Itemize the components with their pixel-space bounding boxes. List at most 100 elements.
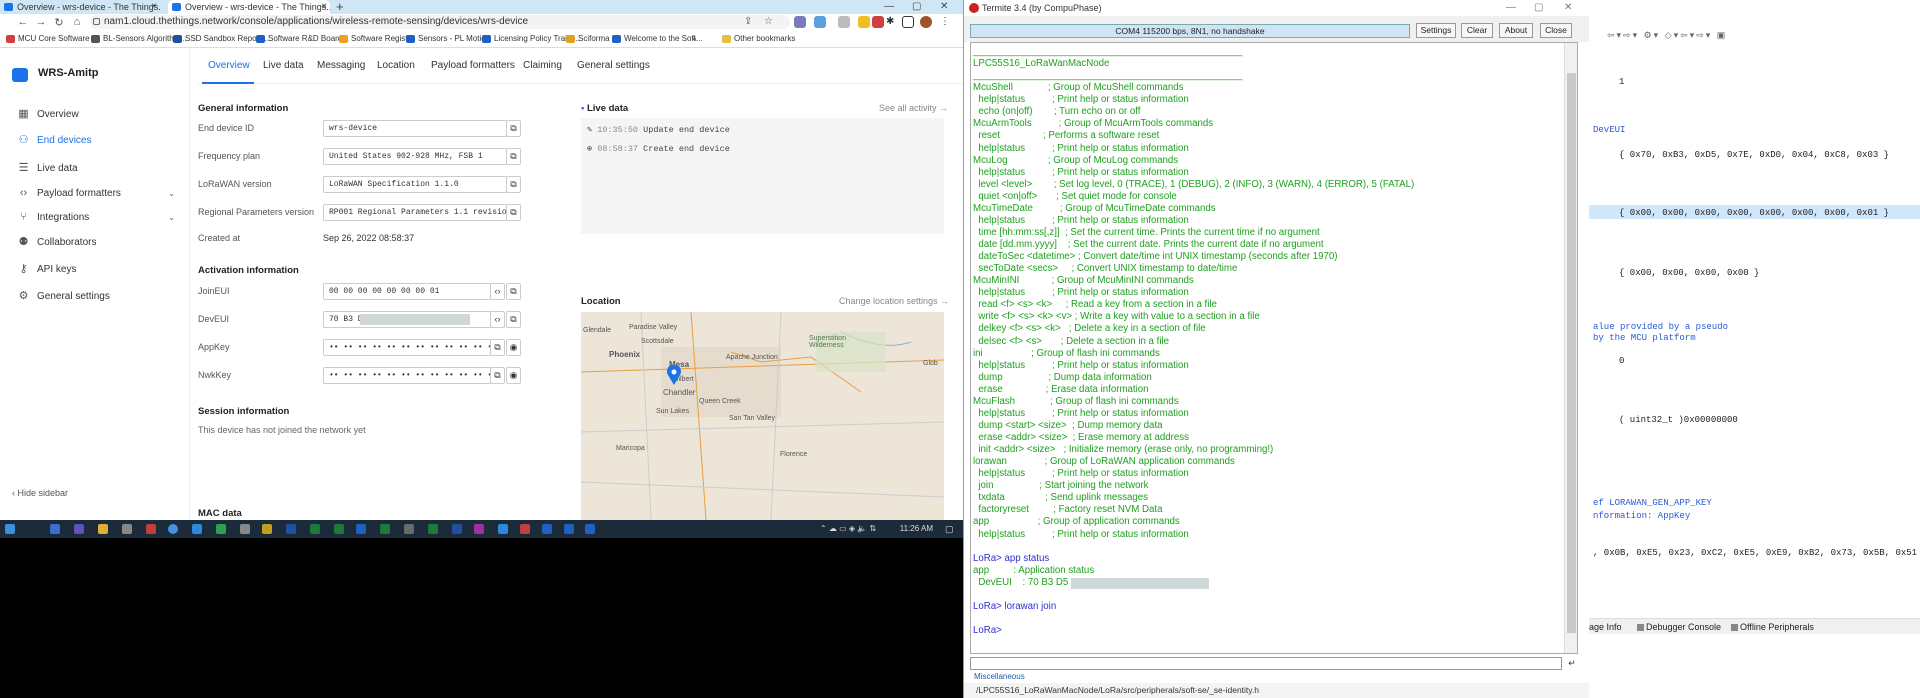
- copy-icon[interactable]: ⧉: [490, 339, 505, 356]
- bookmark-star-icon[interactable]: ☆: [764, 16, 776, 28]
- end-device-id-field[interactable]: wrs-device: [323, 120, 507, 137]
- taskbar-app-icon[interactable]: [98, 524, 108, 534]
- about-button[interactable]: About: [1499, 23, 1533, 38]
- tab-payload-formatters[interactable]: Payload formatters: [431, 60, 515, 71]
- chevron-down-icon[interactable]: ⌄: [168, 205, 175, 231]
- sidebar-item-end-devices[interactable]: ⚇ End devices: [0, 128, 189, 154]
- tab-debugger-console[interactable]: Debugger Console: [1637, 619, 1721, 635]
- terminal-scrollbar[interactable]: [1564, 43, 1577, 653]
- deveui-field[interactable]: 70 B3 D5: [323, 311, 491, 328]
- maximize-icon[interactable]: ▢: [912, 0, 921, 14]
- live-data-row[interactable]: ✎ 10:35:50 Update end device: [587, 125, 730, 135]
- chrome-taskbar-icon[interactable]: [168, 524, 178, 534]
- bookmarks-overflow-icon[interactable]: »: [692, 30, 696, 48]
- minimize-icon[interactable]: —: [1506, 0, 1516, 16]
- bookmark-item[interactable]: Software R&D Board...: [256, 30, 349, 48]
- taskbar-app-icon[interactable]: [380, 524, 390, 534]
- taskbar-app-icon[interactable]: [240, 524, 250, 534]
- sidebar-item-api-keys[interactable]: ⚷ API keys: [0, 257, 189, 283]
- terminal-input[interactable]: [970, 657, 1562, 670]
- home-icon[interactable]: ⌂: [68, 16, 86, 28]
- extension-icon[interactable]: [794, 16, 806, 28]
- taskbar-clock[interactable]: 11:26 AM: [900, 522, 933, 536]
- extension-icon[interactable]: [858, 16, 870, 28]
- taskbar-app-icon[interactable]: [74, 524, 84, 534]
- close-button[interactable]: Close: [1540, 23, 1572, 38]
- extensions-puzzle-icon[interactable]: ✱: [886, 16, 898, 28]
- share-icon[interactable]: ⇪: [744, 16, 756, 28]
- ide-toolbar[interactable]: ⇦▾⇨▾ ⚙▾ ◇▾⇦▾⇨▾ ▣: [1589, 30, 1920, 44]
- sidebar-item-integrations[interactable]: ⑂ Integrations ⌄: [0, 205, 189, 231]
- appkey-field[interactable]: •• •• •• •• •• •• •• •• •• •• •• •• •• •…: [323, 339, 491, 356]
- new-tab-button[interactable]: +: [336, 0, 344, 14]
- hide-sidebar-button[interactable]: ‹ Hide sidebar: [12, 488, 68, 498]
- taskbar-app-icon[interactable]: [262, 524, 272, 534]
- taskbar-app-icon[interactable]: [192, 524, 202, 534]
- tab-messaging[interactable]: Messaging: [317, 60, 365, 71]
- show-eye-icon[interactable]: ◉: [506, 367, 521, 384]
- nwkkey-field[interactable]: •• •• •• •• •• •• •• •• •• •• •• •• •• •…: [323, 367, 491, 384]
- taskbar-app-icon[interactable]: [286, 524, 296, 534]
- taskbar-app-icon[interactable]: [474, 524, 484, 534]
- taskbar-app-icon[interactable]: [310, 524, 320, 534]
- sidebar-item-payload-formatters[interactable]: ‹› Payload formatters ⌄: [0, 181, 189, 207]
- live-data-row[interactable]: ⊕ 08:58:37 Create end device: [587, 144, 730, 154]
- taskbar-app-icon[interactable]: [146, 524, 156, 534]
- sidebar-item-collaborators[interactable]: ⚉ Collaborators: [0, 230, 189, 256]
- location-pin-icon[interactable]: [666, 365, 682, 385]
- close-window-icon[interactable]: ✕: [940, 0, 948, 14]
- joineui-field[interactable]: 00 00 00 00 00 00 00 01: [323, 283, 491, 300]
- bookmark-item[interactable]: Sensors - PL Motion: [406, 30, 490, 48]
- copy-icon[interactable]: ⧉: [506, 120, 521, 137]
- taskbar-app-icon[interactable]: [122, 524, 132, 534]
- avatar[interactable]: [920, 16, 932, 28]
- location-map[interactable]: Glendale Paradise Valley Scottsdale Phoe…: [581, 312, 944, 520]
- start-icon[interactable]: [5, 524, 15, 534]
- system-tray-icons[interactable]: ⌃ ☁ ▭ ◈ 🔈 ⇅: [820, 524, 890, 534]
- side-panel-icon[interactable]: [902, 16, 914, 28]
- copy-icon[interactable]: ⧉: [506, 204, 521, 221]
- port-settings-display[interactable]: COM4 115200 bps, 8N1, no handshake: [970, 24, 1410, 38]
- lorawan-version-field[interactable]: LoRaWAN Specification 1.1.0: [323, 176, 507, 193]
- copy-icon[interactable]: ⧉: [506, 176, 521, 193]
- tab-claiming[interactable]: Claiming: [523, 60, 562, 71]
- taskbar-app-icon[interactable]: [428, 524, 438, 534]
- browser-tab-2[interactable]: Overview - wrs-device - The Things... ×: [168, 0, 330, 14]
- taskbar-app-icon[interactable]: [216, 524, 226, 534]
- taskbar-app-icon[interactable]: [452, 524, 462, 534]
- taskbar-app-icon[interactable]: [404, 524, 414, 534]
- tab-location[interactable]: Location: [377, 60, 415, 71]
- bookmark-item[interactable]: Software Register: [339, 30, 415, 48]
- tab-image-info[interactable]: age Info: [1589, 619, 1622, 635]
- send-enter-icon[interactable]: ↵: [1566, 657, 1578, 670]
- tab-offline-peripherals[interactable]: Offline Peripherals: [1731, 619, 1814, 635]
- reload-icon[interactable]: ↻: [50, 16, 68, 29]
- close-window-icon[interactable]: ✕: [1564, 0, 1572, 16]
- extension-icon[interactable]: [838, 16, 850, 28]
- change-location-settings-link[interactable]: Change location settings →: [839, 296, 949, 306]
- taskbar-app-icon[interactable]: [334, 524, 344, 534]
- minimize-icon[interactable]: —: [884, 0, 894, 14]
- regional-parameters-field[interactable]: RP001 Regional Parameters 1.1 revision A: [323, 204, 507, 221]
- copy-icon[interactable]: ⧉: [506, 311, 521, 328]
- copy-icon[interactable]: ⧉: [506, 148, 521, 165]
- taskbar-app-icon[interactable]: [585, 524, 595, 534]
- toggle-byte-order-icon[interactable]: ‹›: [490, 311, 505, 328]
- taskbar-app-icon[interactable]: [564, 524, 574, 534]
- show-eye-icon[interactable]: ◉: [506, 339, 521, 356]
- chevron-down-icon[interactable]: ⌄: [168, 181, 175, 207]
- notification-icon[interactable]: ▢: [945, 524, 955, 534]
- forward-icon[interactable]: →: [32, 16, 50, 28]
- tab-general-settings[interactable]: General settings: [577, 60, 650, 71]
- frequency-plan-field[interactable]: United States 902-928 MHz, FSB 1: [323, 148, 507, 165]
- miscellaneous-section[interactable]: Miscellaneous: [974, 672, 1025, 681]
- back-icon[interactable]: ←: [14, 16, 32, 28]
- bookmark-item[interactable]: Sciforma: [566, 30, 610, 48]
- extension-icon[interactable]: [814, 16, 826, 28]
- taskbar-app-icon[interactable]: [520, 524, 530, 534]
- close-tab-icon[interactable]: ×: [151, 0, 157, 14]
- copy-icon[interactable]: ⧉: [506, 283, 521, 300]
- clear-button[interactable]: Clear: [1461, 23, 1493, 38]
- taskbar-app-icon[interactable]: [356, 524, 366, 534]
- toggle-byte-order-icon[interactable]: ‹›: [490, 283, 505, 300]
